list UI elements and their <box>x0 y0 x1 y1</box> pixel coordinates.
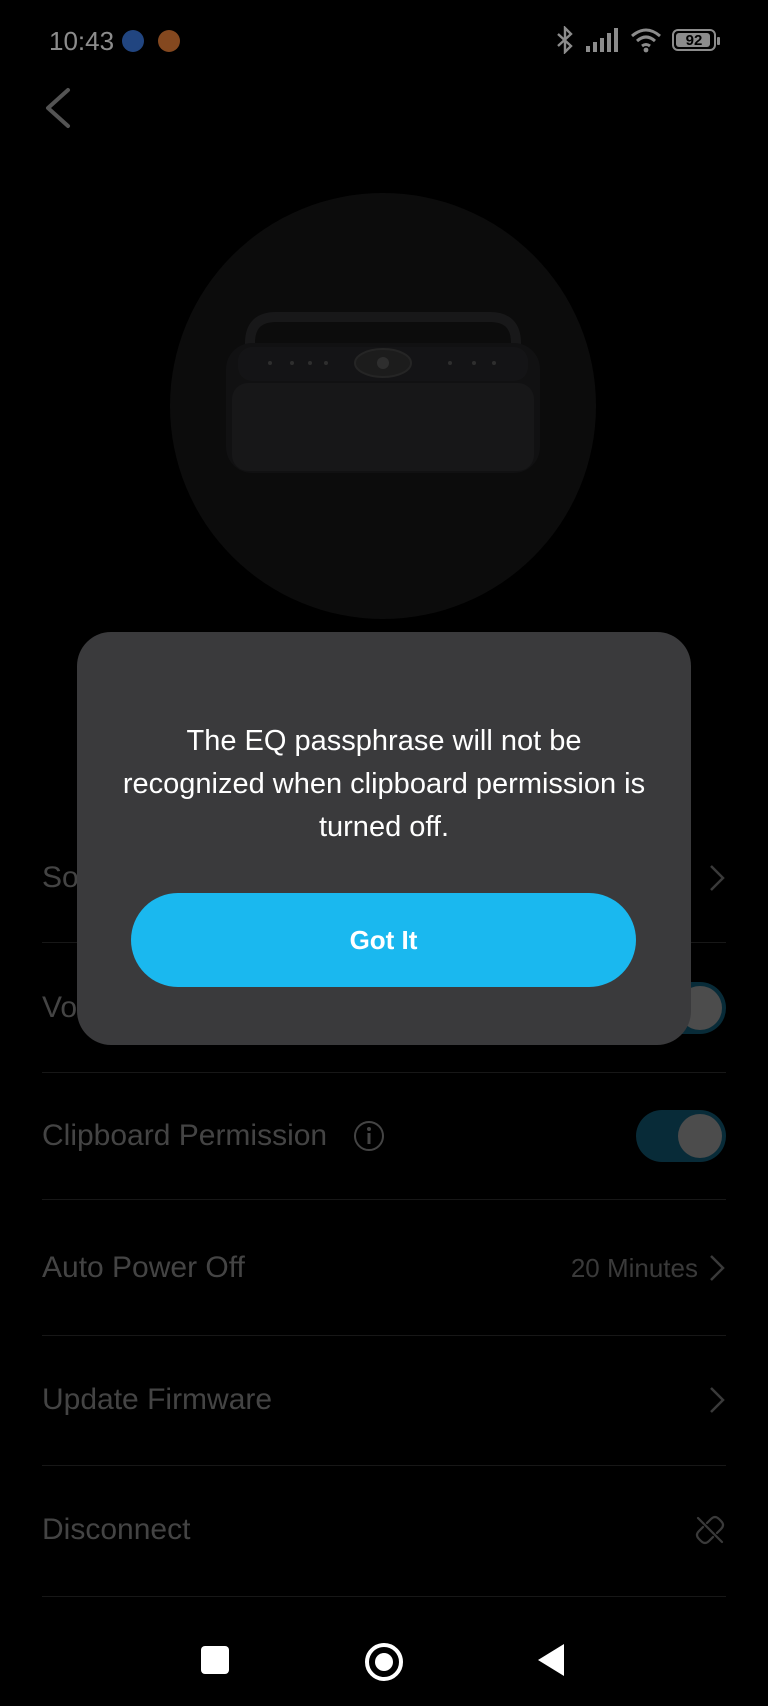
system-nav-bar <box>0 1620 768 1706</box>
home-icon <box>365 1643 403 1681</box>
home-button[interactable] <box>364 1642 404 1687</box>
nav-back-button[interactable] <box>536 1642 568 1683</box>
recents-button[interactable] <box>201 1646 229 1674</box>
clipboard-warning-dialog: The EQ passphrase will not be recognized… <box>77 632 691 1045</box>
triangle-back-icon <box>538 1644 564 1676</box>
got-it-button[interactable]: Got It <box>131 893 636 987</box>
dialog-message: The EQ passphrase will not be recognized… <box>122 725 646 843</box>
